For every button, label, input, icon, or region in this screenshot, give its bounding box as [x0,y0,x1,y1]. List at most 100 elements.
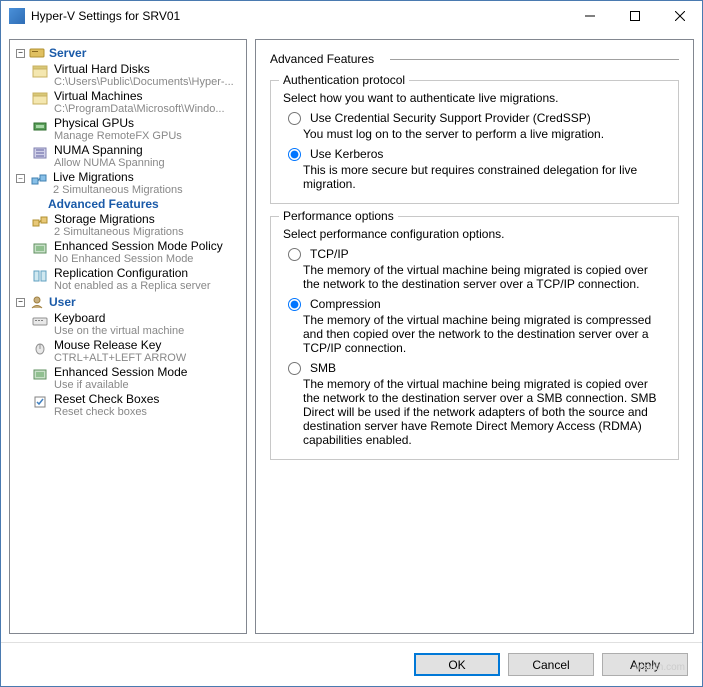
mouse-icon [32,340,48,356]
group-desc: Select performance configuration options… [283,227,666,241]
tree-item-sub: C:\ProgramData\Microsoft\Windo... [54,103,225,115]
tree-item-label: Enhanced Session Mode [54,365,187,379]
tree-item-label: Enhanced Session Mode Policy [54,239,223,253]
close-icon [675,11,685,21]
enhanced-session-icon [32,367,48,383]
collapse-icon[interactable]: − [16,174,25,183]
radio-sub: You must log on to the server to perform… [283,127,666,141]
settings-tree[interactable]: − Server Virtual Hard Disks C:\Users\Pub… [9,39,247,634]
tree-item-sub: C:\Users\Public\Documents\Hyper-... [54,76,234,88]
details-title-row: Advanced Features [270,52,679,66]
radio-kerberos[interactable] [288,148,301,161]
user-icon [29,296,45,308]
group-performance: Performance options Select performance c… [270,216,679,460]
tree-item-reset-checkboxes[interactable]: Reset Check Boxes Reset check boxes [12,392,244,419]
keyboard-icon [32,313,48,329]
radio-kerberos-row: Use Kerberos [283,147,666,161]
tree-item-virtual-machines[interactable]: Virtual Machines C:\ProgramData\Microsof… [12,89,244,116]
maximize-icon [630,11,640,21]
tree-item-label: Advanced Features [48,197,159,211]
tree-item-sub: 2 Simultaneous Migrations [53,184,183,196]
radio-credssp-row: Use Credential Security Support Provider… [283,111,666,125]
tree-item-enhanced-session[interactable]: Enhanced Session Mode Use if available [12,365,244,392]
details-panel: Advanced Features Authentication protoco… [255,39,694,634]
tree-item-sub: Not enabled as a Replica server [54,280,211,292]
group-legend: Authentication protocol [279,73,409,87]
server-icon [29,47,45,59]
tree-item-virtual-hard-disks[interactable]: Virtual Hard Disks C:\Users\Public\Docum… [12,62,244,89]
tree-section-user[interactable]: − User [12,293,244,311]
title-divider [390,59,679,60]
tree-item-label: Mouse Release Key [54,338,186,352]
tree-item-replication-config[interactable]: Replication Configuration Not enabled as… [12,266,244,293]
group-authentication: Authentication protocol Select how you w… [270,80,679,204]
radio-compression-row: Compression [283,297,666,311]
maximize-button[interactable] [612,2,657,31]
radio-compression[interactable] [288,298,301,311]
settings-window: Hyper-V Settings for SRV01 − Server [0,0,703,687]
tree-item-mouse-release[interactable]: Mouse Release Key CTRL+ALT+LEFT ARROW [12,338,244,365]
tree-section-label: User [49,295,76,309]
tree-item-label: Virtual Hard Disks [54,62,234,76]
reset-icon [32,394,48,410]
radio-tcpip[interactable] [288,248,301,261]
tree-item-label: Live Migrations [53,170,183,184]
apply-button[interactable]: Apply [602,653,688,676]
radio-smb-row: SMB [283,361,666,375]
session-policy-icon [32,241,48,257]
tree-item-live-migrations[interactable]: − Live Migrations 2 Simultaneous Migrati… [12,170,244,197]
collapse-icon[interactable]: − [16,298,25,307]
tree-item-label: Reset Check Boxes [54,392,159,406]
radio-sub: The memory of the virtual machine being … [283,263,666,291]
group-desc: Select how you want to authenticate live… [283,91,666,105]
tree-item-physical-gpus[interactable]: Physical GPUs Manage RemoteFX GPUs [12,116,244,143]
tree-item-label: Physical GPUs [54,116,182,130]
tree-section-server[interactable]: − Server [12,44,244,62]
radio-sub: The memory of the virtual machine being … [283,377,666,447]
group-legend: Performance options [279,209,398,223]
tree-item-sub: Use on the virtual machine [54,325,184,337]
tree-item-label: Replication Configuration [54,266,211,280]
tree-item-sub: Reset check boxes [54,406,159,418]
tree-item-sub: CTRL+ALT+LEFT ARROW [54,352,186,364]
tree-item-label: NUMA Spanning [54,143,165,157]
replication-icon [32,268,48,284]
radio-credssp[interactable] [288,112,301,125]
gpu-icon [32,118,48,134]
titlebar: Hyper-V Settings for SRV01 [1,1,702,31]
tree-item-enhanced-session-policy[interactable]: Enhanced Session Mode Policy No Enhanced… [12,239,244,266]
content-area: − Server Virtual Hard Disks C:\Users\Pub… [1,31,702,642]
numa-icon [32,145,48,161]
tree-item-numa-spanning[interactable]: NUMA Spanning Allow NUMA Spanning [12,143,244,170]
vhd-icon [32,64,48,80]
close-button[interactable] [657,2,702,31]
tree-item-label: Keyboard [54,311,184,325]
tree-item-advanced-features[interactable]: Advanced Features [12,197,244,212]
window-controls [567,2,702,31]
radio-smb[interactable] [288,362,301,375]
tree-item-sub: No Enhanced Session Mode [54,253,223,265]
window-title: Hyper-V Settings for SRV01 [31,9,567,23]
radio-label: SMB [310,361,336,375]
radio-label: Use Kerberos [310,147,383,161]
radio-sub: The memory of the virtual machine being … [283,313,666,355]
minimize-button[interactable] [567,2,612,31]
minimize-icon [585,11,595,21]
collapse-icon[interactable]: − [16,49,25,58]
tree-item-sub: Manage RemoteFX GPUs [54,130,182,142]
details-title: Advanced Features [270,52,374,66]
radio-label: TCP/IP [310,247,349,261]
tree-item-sub: Allow NUMA Spanning [54,157,165,169]
radio-sub: This is more secure but requires constra… [283,163,666,191]
vm-icon [32,91,48,107]
tree-item-keyboard[interactable]: Keyboard Use on the virtual machine [12,311,244,338]
tree-item-label: Virtual Machines [54,89,225,103]
radio-label: Compression [310,297,381,311]
ok-button[interactable]: OK [414,653,500,676]
app-icon [9,8,25,24]
live-migration-icon [31,172,47,188]
cancel-button[interactable]: Cancel [508,653,594,676]
radio-tcpip-row: TCP/IP [283,247,666,261]
tree-section-label: Server [49,46,86,60]
tree-item-storage-migrations[interactable]: Storage Migrations 2 Simultaneous Migrat… [12,212,244,239]
